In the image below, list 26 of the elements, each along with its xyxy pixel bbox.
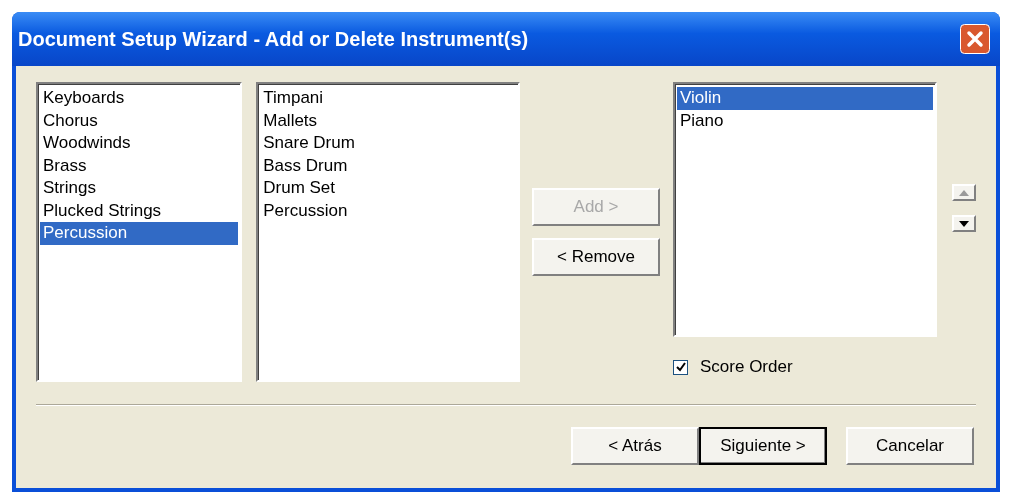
back-button[interactable]: < Atrás [571, 427, 699, 465]
list-item[interactable]: Bass Drum [260, 154, 516, 177]
list-item[interactable]: Violin [677, 87, 933, 110]
move-down-button[interactable] [952, 215, 976, 232]
next-button[interactable]: Siguiente > [699, 427, 827, 465]
list-item[interactable]: Mallets [260, 109, 516, 132]
list-item[interactable]: Percussion [40, 222, 239, 245]
list-item[interactable]: Plucked Strings [40, 199, 239, 222]
list-item[interactable]: Brass [40, 154, 239, 177]
down-triangle-icon [958, 219, 970, 228]
list-item[interactable]: Keyboards [40, 87, 239, 110]
checkbox-label: Score Order [700, 357, 793, 377]
list-item[interactable]: Timpani [260, 87, 516, 110]
remove-button[interactable]: < Remove [532, 238, 660, 276]
list-item[interactable]: Snare Drum [260, 132, 516, 155]
cancel-button[interactable]: Cancelar [846, 427, 974, 465]
checkbox[interactable] [673, 359, 688, 375]
up-triangle-icon [958, 188, 970, 197]
window-title: Document Setup Wizard - Add or Delete Instrument(s) [18, 27, 529, 51]
list-item[interactable]: Chorus [40, 109, 239, 132]
list-item[interactable]: Piano [677, 109, 933, 132]
close-icon[interactable] [960, 24, 990, 54]
list-item[interactable]: Drum Set [260, 177, 516, 200]
list-item[interactable]: Woodwinds [40, 132, 239, 155]
list-item[interactable]: Strings [40, 177, 239, 200]
list-item[interactable]: Percussion [260, 199, 516, 222]
